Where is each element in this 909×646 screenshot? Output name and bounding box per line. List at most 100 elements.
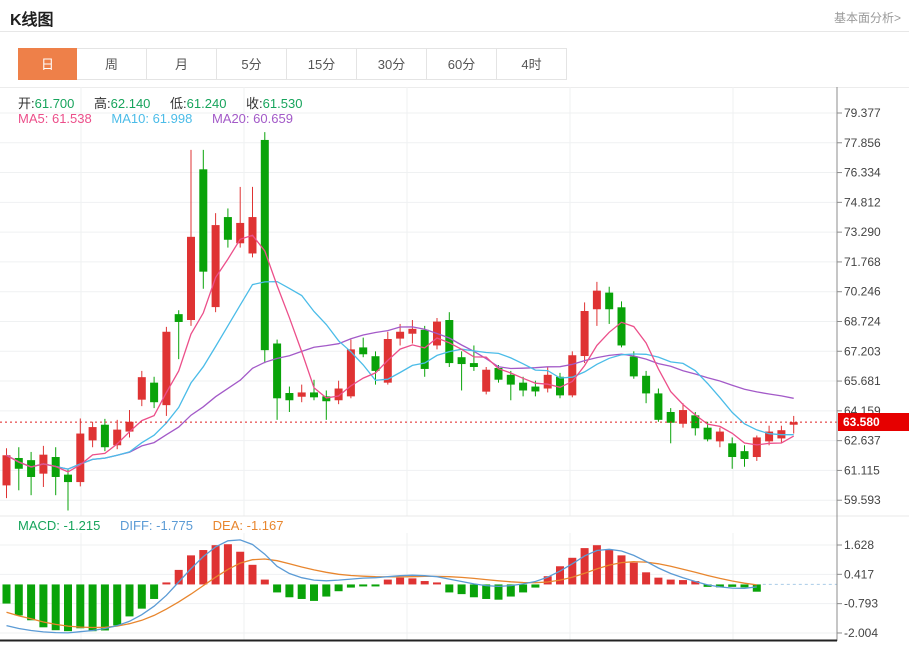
- macd-bar: [679, 580, 687, 584]
- candle: [162, 327, 170, 416]
- macd-bar: [126, 584, 134, 616]
- high-value: 62.140: [111, 96, 151, 111]
- candle: [593, 282, 601, 326]
- candle-body: [113, 430, 121, 446]
- candle-body: [199, 169, 207, 271]
- candle-body: [187, 237, 195, 320]
- candle: [605, 287, 613, 324]
- candle: [224, 208, 232, 247]
- candle: [765, 426, 773, 446]
- candle: [15, 447, 23, 490]
- candle-body: [64, 475, 72, 482]
- macd-bar: [445, 584, 453, 592]
- candle: [458, 351, 466, 390]
- y-axis-label: -2.004: [844, 626, 878, 640]
- macd-bottom-border: [0, 640, 837, 642]
- candle-body: [175, 314, 183, 322]
- candle: [581, 302, 589, 363]
- candle: [52, 447, 60, 495]
- y-axis-label: 65.681: [844, 374, 881, 388]
- candle: [187, 150, 195, 326]
- candle: [89, 422, 97, 447]
- candle: [421, 326, 429, 377]
- y-axis-label: 67.203: [844, 344, 881, 358]
- candle: [359, 338, 367, 358]
- macd-bar: [421, 581, 429, 584]
- candle: [654, 389, 662, 422]
- y-axis-label: 59.593: [844, 493, 881, 507]
- candle-body: [507, 375, 515, 385]
- candle-body: [224, 217, 232, 240]
- macd-bar: [359, 584, 367, 586]
- macd-bar: [470, 584, 478, 597]
- candle-body: [3, 455, 11, 485]
- low-value: 61.240: [187, 96, 227, 111]
- macd-bar: [396, 578, 404, 585]
- y-axis-label: 73.290: [844, 225, 881, 239]
- candle: [507, 371, 515, 400]
- candle-body: [150, 383, 158, 403]
- macd-bar: [162, 582, 170, 584]
- candle-body: [408, 329, 416, 334]
- candle-body: [310, 392, 318, 397]
- candle-body: [261, 140, 269, 350]
- y-axis-label: 74.812: [844, 195, 881, 209]
- macd-bar: [335, 584, 343, 591]
- candle-body: [728, 443, 736, 457]
- macd-bar: [249, 565, 257, 585]
- ma10-label: MA10:: [111, 111, 149, 126]
- close-value: 61.530: [263, 96, 303, 111]
- macd-bar: [408, 578, 416, 584]
- candle: [716, 428, 724, 448]
- candle-body: [396, 332, 404, 339]
- macd-bar: [273, 584, 281, 592]
- macd-bar: [64, 584, 72, 631]
- y-axis-label: 61.115: [844, 463, 880, 477]
- y-axis-label: 76.334: [844, 166, 881, 180]
- macd-value: -1.215: [64, 518, 101, 533]
- y-axis-label: -0.793: [844, 597, 878, 611]
- current-price-badge: 63.580: [838, 413, 909, 431]
- macd-bar: [618, 555, 626, 584]
- macd-bar: [605, 550, 613, 584]
- candle: [199, 150, 207, 289]
- candle: [285, 387, 293, 412]
- macd-bar: [667, 580, 675, 585]
- macd-bar: [482, 584, 490, 599]
- ma10-value: 61.998: [153, 111, 193, 126]
- ohlc-info-row: 开:61.700 高:62.140 低:61.240 收:61.530: [18, 93, 318, 112]
- macd-bar: [3, 584, 11, 603]
- candle: [642, 371, 650, 403]
- low-label: 低:: [170, 96, 187, 111]
- candle: [138, 371, 146, 406]
- candle: [482, 367, 490, 394]
- macd-bar: [224, 544, 232, 584]
- candle-body: [654, 393, 662, 419]
- candle-body: [581, 311, 589, 356]
- macd-bar: [150, 584, 158, 599]
- candle: [790, 416, 798, 434]
- macd-bar: [753, 584, 761, 591]
- macd-bar: [76, 584, 84, 628]
- candle-body: [372, 356, 380, 371]
- diff-label: DIFF:: [120, 518, 153, 533]
- candle: [741, 445, 749, 467]
- macd-bar: [741, 584, 749, 587]
- macd-bar: [298, 584, 306, 599]
- macd-bar: [310, 584, 318, 600]
- macd-bar: [531, 584, 539, 587]
- candle-body: [347, 349, 355, 396]
- candle-body: [162, 332, 170, 405]
- macd-bar: [89, 584, 97, 631]
- macd-bar: [15, 584, 23, 615]
- candle: [212, 213, 220, 312]
- candle-body: [593, 291, 601, 310]
- candle-body: [704, 428, 712, 440]
- dea-value: -1.167: [247, 518, 284, 533]
- macd-bar: [372, 584, 380, 586]
- candle: [298, 385, 306, 403]
- macd-bar: [642, 572, 650, 584]
- high-label: 高:: [94, 96, 111, 111]
- candle: [408, 320, 416, 343]
- candle-body: [27, 460, 35, 477]
